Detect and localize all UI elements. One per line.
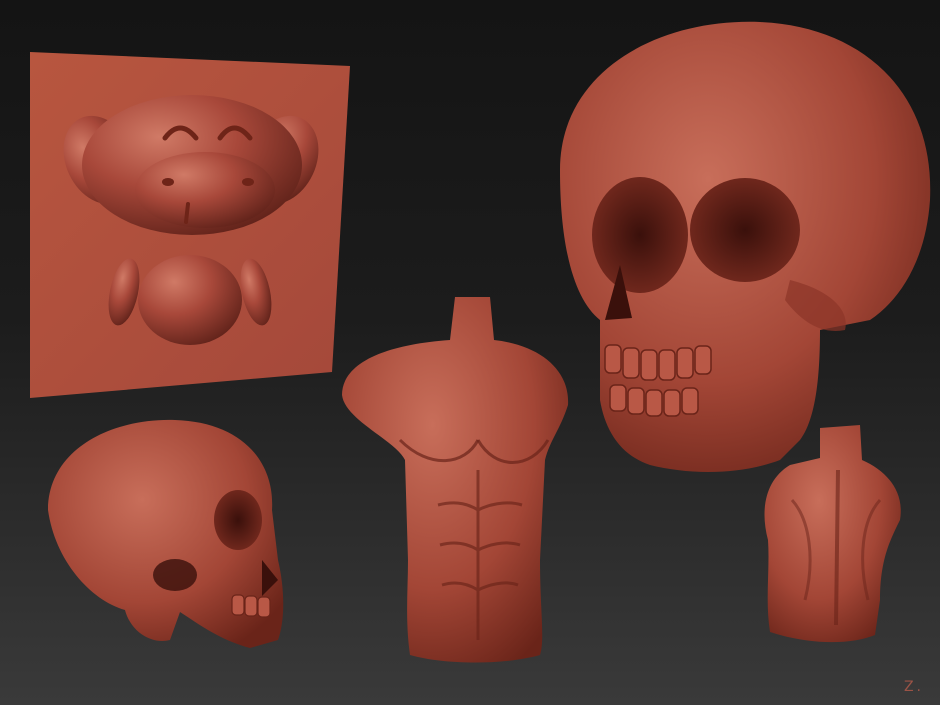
male-torso-front xyxy=(342,297,569,663)
skull-side xyxy=(48,419,284,648)
male-torso-back xyxy=(764,425,901,643)
skull-front-large xyxy=(560,21,931,472)
sculpt-scene: Z. xyxy=(0,0,940,705)
artist-signature: Z. xyxy=(903,679,924,695)
relief-panel-cartoon-pig xyxy=(30,52,350,398)
sculpt-render xyxy=(30,21,931,663)
